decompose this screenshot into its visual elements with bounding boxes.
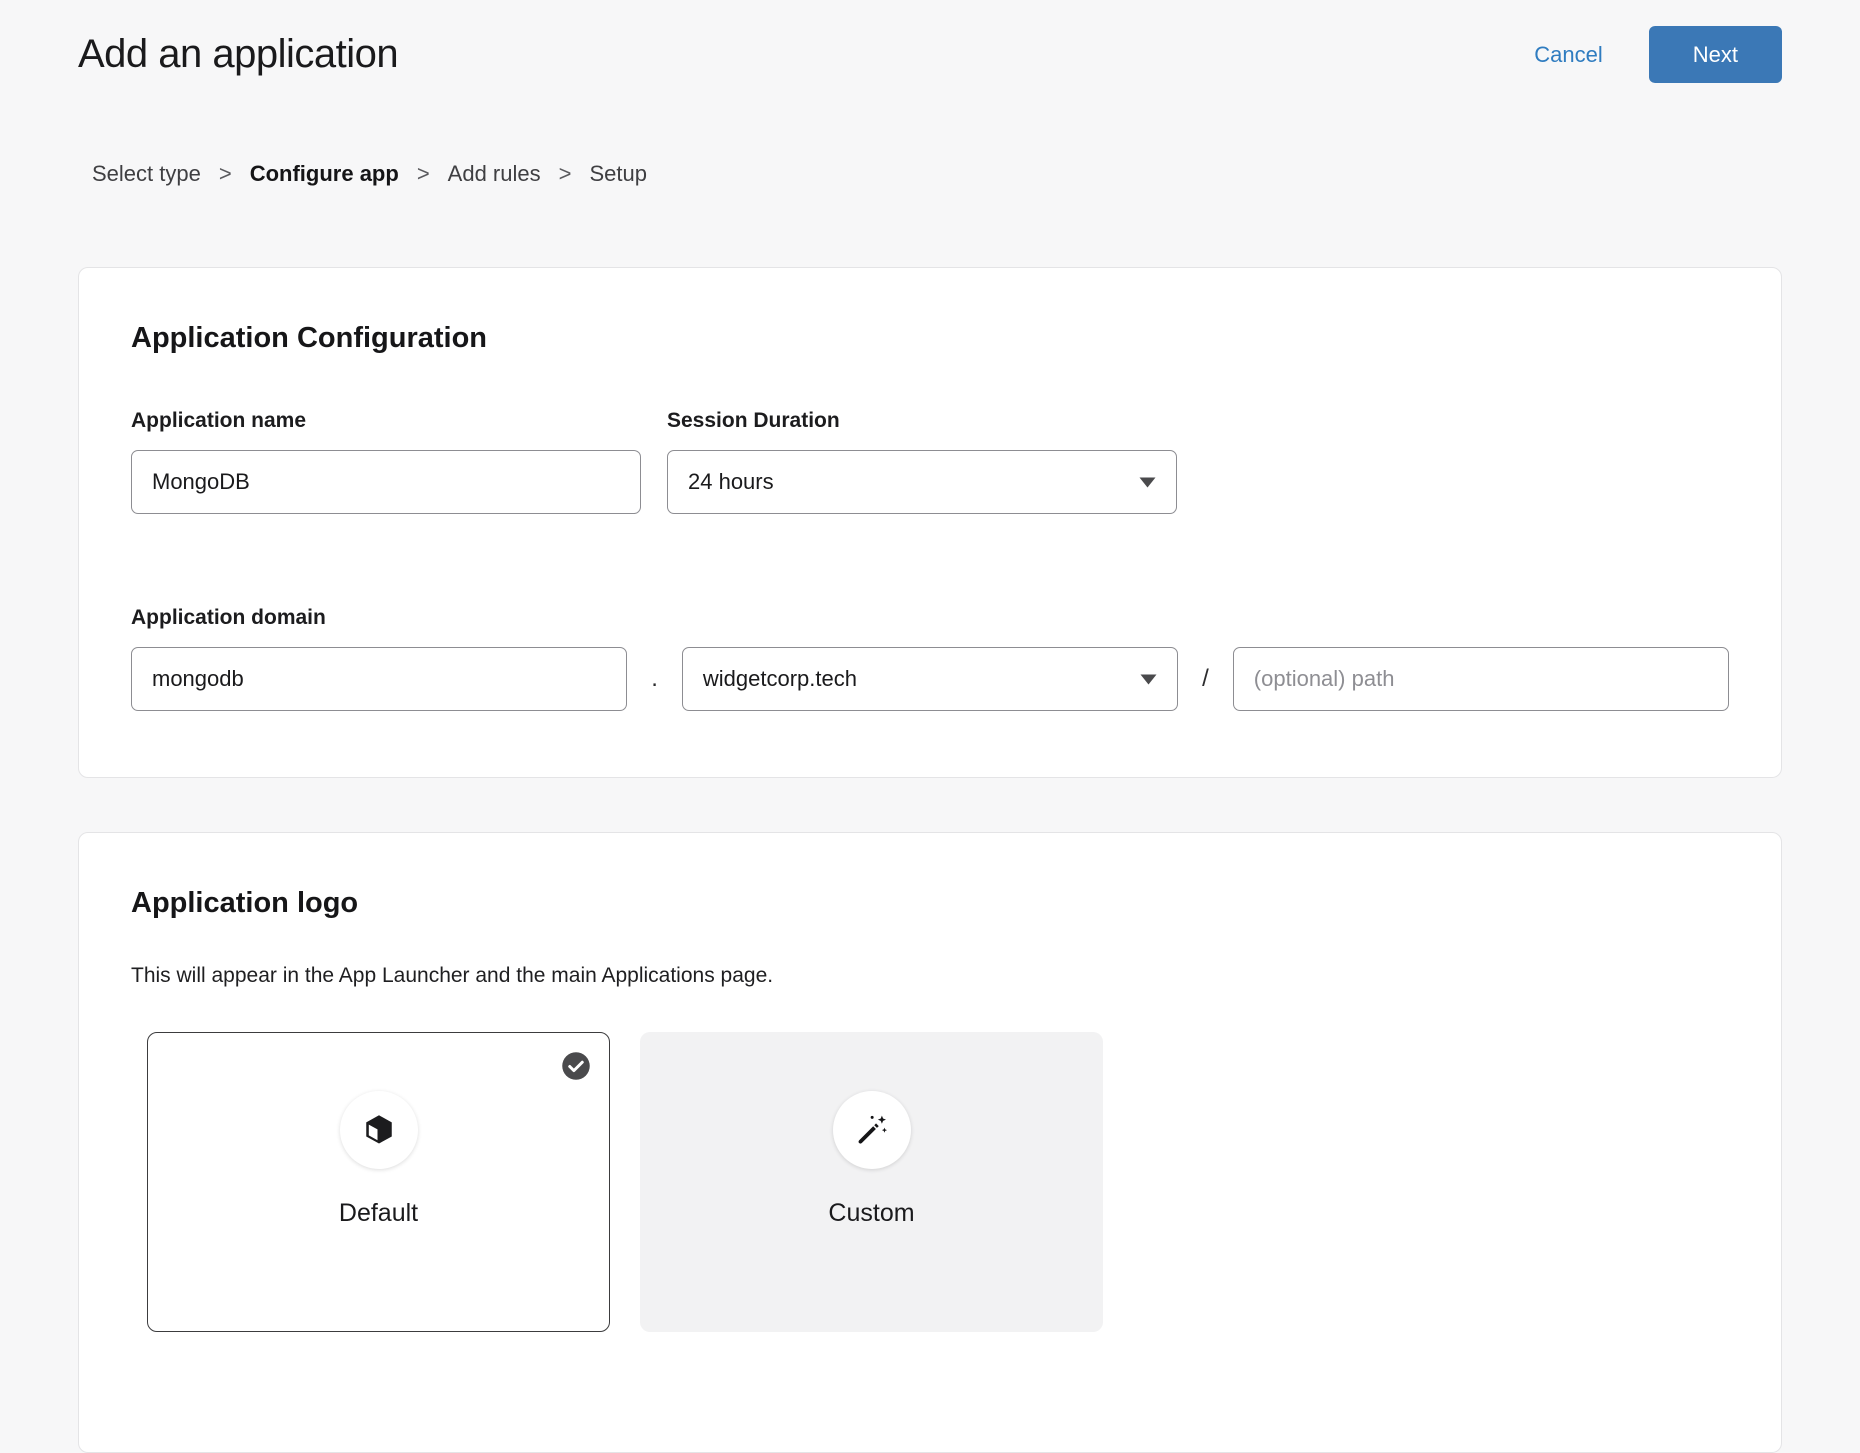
default-logo-circle: [340, 1091, 418, 1169]
domain-select-value: widgetcorp.tech: [703, 666, 857, 692]
application-logo-card: Application logo This will appear in the…: [78, 832, 1782, 1453]
header-actions: Cancel Next: [1534, 26, 1782, 83]
domain-select[interactable]: widgetcorp.tech: [682, 647, 1178, 711]
cube-icon: [361, 1112, 397, 1148]
check-icon: [561, 1051, 591, 1081]
add-application-page: Add an application Cancel Next Select ty…: [0, 0, 1860, 1453]
application-configuration-card: Application Configuration Application na…: [78, 267, 1782, 778]
application-configuration-heading: Application Configuration: [131, 322, 1729, 355]
name-session-row: Application name Session Duration 24 hou…: [131, 409, 1729, 514]
breadcrumb-separator: >: [559, 161, 572, 187]
session-duration-label: Session Duration: [667, 409, 1177, 433]
next-button[interactable]: Next: [1649, 26, 1782, 83]
logo-option-label: Custom: [828, 1199, 914, 1228]
logo-options: Default Custom: [147, 1032, 1729, 1332]
logo-option-default[interactable]: Default: [147, 1032, 610, 1332]
step-setup[interactable]: Setup: [589, 161, 647, 187]
step-select-type[interactable]: Select type: [92, 161, 201, 187]
path-input[interactable]: [1233, 647, 1729, 711]
chevron-down-icon: [1139, 477, 1156, 488]
breadcrumb: Select type > Configure app > Add rules …: [78, 161, 1782, 187]
application-name-label: Application name: [131, 409, 641, 433]
custom-logo-circle: [833, 1091, 911, 1169]
breadcrumb-separator: >: [219, 161, 232, 187]
domain-slash-separator: /: [1202, 665, 1209, 693]
logo-option-label: Default: [339, 1199, 418, 1228]
application-domain-field: Application domain . widgetcorp.tech /: [131, 606, 1729, 711]
domain-dot-separator: .: [651, 665, 658, 693]
application-name-input[interactable]: [131, 450, 641, 514]
application-domain-row: . widgetcorp.tech /: [131, 647, 1729, 711]
session-duration-value: 24 hours: [688, 469, 774, 495]
page-header: Add an application Cancel Next: [78, 0, 1782, 83]
cancel-button[interactable]: Cancel: [1534, 42, 1602, 68]
chevron-down-icon: [1140, 674, 1157, 685]
page-title: Add an application: [78, 32, 398, 77]
application-logo-description: This will appear in the App Launcher and…: [131, 964, 1729, 988]
session-duration-select[interactable]: 24 hours: [667, 450, 1177, 514]
logo-option-custom[interactable]: Custom: [640, 1032, 1103, 1332]
application-name-field: Application name: [131, 409, 641, 514]
breadcrumb-separator: >: [417, 161, 430, 187]
step-add-rules[interactable]: Add rules: [448, 161, 541, 187]
magic-wand-icon: [854, 1112, 890, 1148]
application-domain-label: Application domain: [131, 606, 1729, 630]
session-duration-field: Session Duration 24 hours: [667, 409, 1177, 514]
step-configure-app[interactable]: Configure app: [250, 161, 399, 187]
subdomain-input[interactable]: [131, 647, 627, 711]
application-logo-heading: Application logo: [131, 887, 1729, 920]
